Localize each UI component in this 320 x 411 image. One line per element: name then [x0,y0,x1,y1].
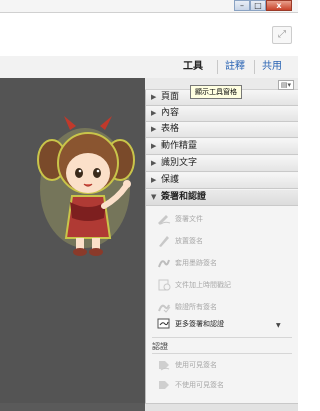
tab-divider [217,60,218,74]
tab-share[interactable]: 共用 [262,58,282,76]
close-button[interactable]: x [266,0,292,11]
sign-document-item[interactable]: 簽署文件 [157,211,203,227]
signature-pen-icon [158,215,171,225]
section-divider [152,353,292,354]
tab-tools[interactable]: 工具 [183,58,203,76]
collapsed-triangle-icon: ▶ [151,109,157,117]
item-label: 驗證所有簽名 [175,303,217,311]
tab-comment[interactable]: 註釋 [225,58,245,76]
collapsed-triangle-icon: ▶ [151,125,157,133]
expand-icon[interactable]: ⤢ [272,26,292,44]
chibi-girl-illustration [37,116,135,256]
window-controls: – □ x [234,0,292,11]
toolbar [0,12,298,58]
collapsed-triangle-icon: ▶ [151,142,157,150]
panel-label: 保護 [161,175,180,185]
expanded-triangle-icon: ▼ [151,193,157,201]
apply-ink-signature-item[interactable]: 套用墨跡簽名 [157,255,217,271]
document-area [0,78,145,411]
more-sign-icon [157,318,170,329]
pen-icon [159,236,169,247]
document-scroll-area [0,403,145,411]
timestamp-document-item[interactable]: 文件加上時間戳記 [157,277,231,293]
panel-label: 內容 [161,108,180,118]
minimize-button[interactable]: – [234,0,250,11]
panel-sign-certify[interactable]: ▼ 簽署和認證 [146,190,298,206]
timestamp-icon [158,279,171,291]
tab-divider [254,60,255,74]
collapsed-triangle-icon: ▶ [151,159,157,167]
ink-signature-icon [158,259,170,268]
certify-visible-item[interactable]: 使用可見簽名 [157,357,217,373]
panel-label: 識別文字 [161,158,198,168]
tooltip: 顯示工具窗格 [190,85,242,99]
panel-forms[interactable]: ▶ 表格 [146,122,298,138]
panel-content[interactable]: ▶ 內容 [146,106,298,122]
panel-label: 頁面 [161,92,180,102]
item-label: 放置簽名 [175,237,203,245]
section-divider [152,337,292,338]
more-sign-certify-item[interactable]: 更多簽署和認證 [157,316,224,332]
panel-label: 表格 [161,124,180,134]
collapsed-triangle-icon: ▶ [151,176,157,184]
item-label: 更多簽署和認證 [175,320,224,328]
maximize-button[interactable]: □ [250,0,266,11]
validate-signatures-item[interactable]: 驗證所有簽名 [157,299,217,315]
place-signature-item[interactable]: 放置簽名 [157,233,203,249]
panel-action-wizard[interactable]: ▶ 動作精靈 [146,139,298,155]
pane-options-icon[interactable]: ▤▾ [278,80,294,90]
item-label: 簽署文件 [175,215,203,223]
certify-invisible-icon [159,381,169,389]
panel-label: 簽署和認證 [161,192,207,202]
panel-protection[interactable]: ▶ 保護 [146,173,298,189]
certify-section-label: 認證 [152,342,168,351]
item-label: 使用可見簽名 [175,361,217,369]
panel-recognize-text[interactable]: ▶ 識別文字 [146,156,298,172]
chevron-down-icon[interactable]: ▼ [276,322,281,329]
panel-label: 動作精靈 [161,141,198,151]
task-pane-footer [145,403,298,411]
certify-visible-icon [159,361,170,371]
certify-invisible-item[interactable]: 不使用可見簽名 [157,377,224,393]
collapsed-triangle-icon: ▶ [151,93,157,101]
item-label: 不使用可見簽名 [175,381,224,389]
item-label: 文件加上時間戳記 [175,281,231,289]
validate-icon [158,304,171,313]
item-label: 套用墨跡簽名 [175,259,217,267]
